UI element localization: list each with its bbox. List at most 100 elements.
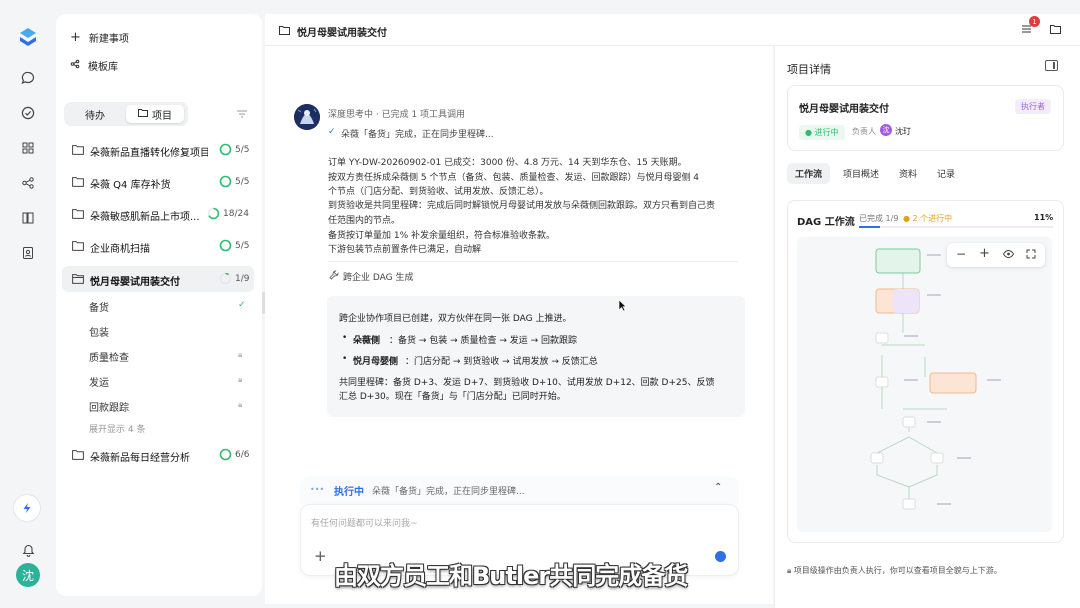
check-icon: ✓ (328, 127, 336, 137)
panel-tabs: 工作流 项目概述 资料 记录 (787, 162, 1064, 186)
share-icon[interactable] (18, 173, 38, 193)
project-item-selected[interactable]: 悦月母婴试用装交付 1/9 (62, 266, 254, 292)
project-count: 5/5 (235, 241, 250, 251)
role-tag: 执行者 (1015, 99, 1051, 114)
templates-button[interactable]: 模板库 (70, 58, 118, 73)
dag-node (902, 416, 916, 428)
tab-projects[interactable]: 项目 (126, 105, 184, 123)
app-rail: 沈 (0, 0, 56, 608)
progress-ring-icon (219, 175, 232, 188)
video-caption: 由双方员工和Butler共同完成备货 (334, 562, 688, 590)
mouse-cursor-icon (618, 299, 627, 315)
milestone-line: 共同里程碑：备货 D+3、发运 D+7、到货验收 D+10、试用发放 D+12、… (339, 378, 715, 388)
lock-icon: 🔒︎ (787, 566, 794, 575)
tab-workflow[interactable]: 工作流 (787, 163, 831, 184)
project-name: 朵薇新品每日经营分析 (90, 453, 190, 464)
tool-step-text: 朵薇「备货」完成，正在同步里程碑... (341, 130, 494, 140)
lock-icon: 🔒︎ (238, 375, 243, 384)
project-name: 朵薇 Q4 库存补货 (90, 180, 171, 191)
user-avatar[interactable]: 沈 (16, 563, 40, 587)
bell-icon[interactable] (18, 540, 38, 560)
zoom-in-icon[interactable]: + (979, 246, 990, 261)
project-count: 5/5 (235, 177, 250, 187)
dag-node-done (875, 248, 921, 274)
check-circle-icon[interactable] (18, 103, 38, 123)
dag-percent: 11% (1034, 213, 1054, 222)
progress-ring-icon (219, 272, 232, 285)
card-intro: 跨企业协作项目已创建，双方伙伴在同一张 DAG 上推进。 (339, 314, 572, 324)
project-card-name: 悦月母婴试用装交付 (799, 104, 889, 115)
status-badge: ● 进行中 (799, 125, 845, 140)
dag-done: 已完成 1/9 (859, 214, 899, 223)
project-item[interactable]: 朵薇敏感肌新品上市项... 18/24 (62, 201, 254, 227)
tab-records[interactable]: 记录 (937, 167, 955, 180)
tab-projects-label: 项目 (152, 110, 172, 122)
check-icon: ✓ (238, 300, 246, 310)
message-line: 备货按订单量加 1% 补发余量组织，符合标准验收条款。 (328, 231, 556, 241)
fullscreen-icon[interactable] (1026, 249, 1036, 262)
milestone-line: 汇总 D+30。现在「备货」与「门店分配」已同时开始。 (339, 392, 566, 402)
panel-footer-note: 🔒︎ 项目级操作由负责人执行，你可以查看项目全貌与上下游。 (787, 565, 1002, 576)
page-title: 悦月母婴试用装交付 (297, 28, 387, 39)
panel-footer-text: 项目级操作由负责人执行，你可以查看项目全貌与上下游。 (793, 566, 1002, 575)
thinking-status: 深度思考中 · 已完成 1 项工具调用 (328, 110, 466, 120)
tab-overview[interactable]: 项目概述 (843, 167, 879, 180)
exec-text: 朵薇「备货」完成，正在同步里程碑... (372, 487, 525, 497)
top-header: 悦月母婴试用装交付 1 (265, 14, 1080, 46)
subtask-item[interactable]: 质量检查 (89, 349, 129, 364)
bullet-head: 悦月母婴侧 (353, 357, 399, 367)
chat-icon[interactable] (18, 68, 38, 88)
project-item[interactable]: 朵薇 Q4 库存补货 5/5 (62, 169, 254, 195)
bullet-dot: • (342, 333, 348, 343)
progress-ring-icon (207, 207, 220, 220)
chevron-up-icon[interactable]: ⌃ (714, 482, 722, 493)
folder-open-icon (72, 273, 84, 284)
contacts-icon[interactable] (18, 243, 38, 263)
book-icon[interactable] (18, 208, 38, 228)
project-item[interactable]: 企业商机扫描 5/5 (62, 233, 254, 259)
dag-node-running (893, 289, 919, 313)
subtask-item[interactable]: 发运 (89, 374, 109, 389)
project-item[interactable]: 朵薇新品直播转化修复项目 5/5 (62, 137, 254, 163)
owner-avatar: 沈 (880, 124, 892, 136)
dag-node (875, 376, 889, 388)
dag-canvas[interactable] (797, 237, 1052, 532)
exec-status: 执行中 (334, 487, 364, 498)
send-button[interactable] (715, 551, 726, 562)
folder-icon[interactable] (1050, 24, 1061, 37)
project-item[interactable]: 朵薇新品每日经营分析 6/6 (62, 442, 254, 468)
grid-icon[interactable] (18, 138, 38, 158)
panel-title: 项目详情 (787, 63, 831, 76)
subtask-item[interactable]: 回款跟踪 (89, 399, 129, 414)
lightning-icon[interactable] (13, 494, 41, 522)
show-more-link[interactable]: 展开显示 4 条 (89, 422, 145, 435)
tab-todo[interactable]: 待办 (67, 105, 123, 123)
filter-icon[interactable] (236, 108, 248, 120)
subtask-item[interactable]: 备货 (89, 299, 109, 314)
plus-icon: + (70, 30, 81, 45)
running-dots-icon: ••• (310, 485, 325, 494)
project-count: 1/9 (235, 274, 250, 284)
eye-icon[interactable] (1002, 249, 1015, 261)
zoom-out-icon[interactable]: − (956, 247, 966, 261)
message-line: 下游包装节点前置条件已满足，自动解 (328, 245, 482, 255)
plus-icon[interactable]: + (314, 547, 327, 565)
new-item-button[interactable]: + 新建事项 (70, 30, 129, 45)
divider (328, 261, 738, 262)
folder-icon (279, 25, 290, 38)
dag-node-running (929, 372, 977, 394)
execution-bar[interactable]: ••• 执行中 朵薇「备货」完成，正在同步里程碑... ⌃ (300, 476, 739, 504)
panel-toggle-icon[interactable] (1045, 60, 1058, 71)
subtask-item[interactable]: 包装 (89, 324, 109, 339)
message-line: 订单 YY-DW-20260902-01 已成交：3000 份、4.8 万元、1… (328, 158, 687, 168)
project-sidebar: + 新建事项 模板库 待办 项目 朵薇新品直播转化修复项目 5/5 朵薇 Q4 … (56, 14, 262, 596)
dag-node (875, 332, 889, 344)
template-share-icon (70, 59, 80, 72)
message-line: 个节点（门店分配、到货验收、试用发放、反馈汇总）。 (328, 187, 549, 197)
app-logo-icon (17, 26, 39, 48)
dag-running: ● 2 个进行中 (903, 214, 953, 223)
chat-input-placeholder[interactable]: 有任何问题都可以来问我~ (311, 516, 418, 529)
tab-materials[interactable]: 资料 (899, 167, 917, 180)
dag-zoom-toolbar: − + (947, 243, 1045, 267)
project-name: 悦月母婴试用装交付 (90, 277, 180, 288)
